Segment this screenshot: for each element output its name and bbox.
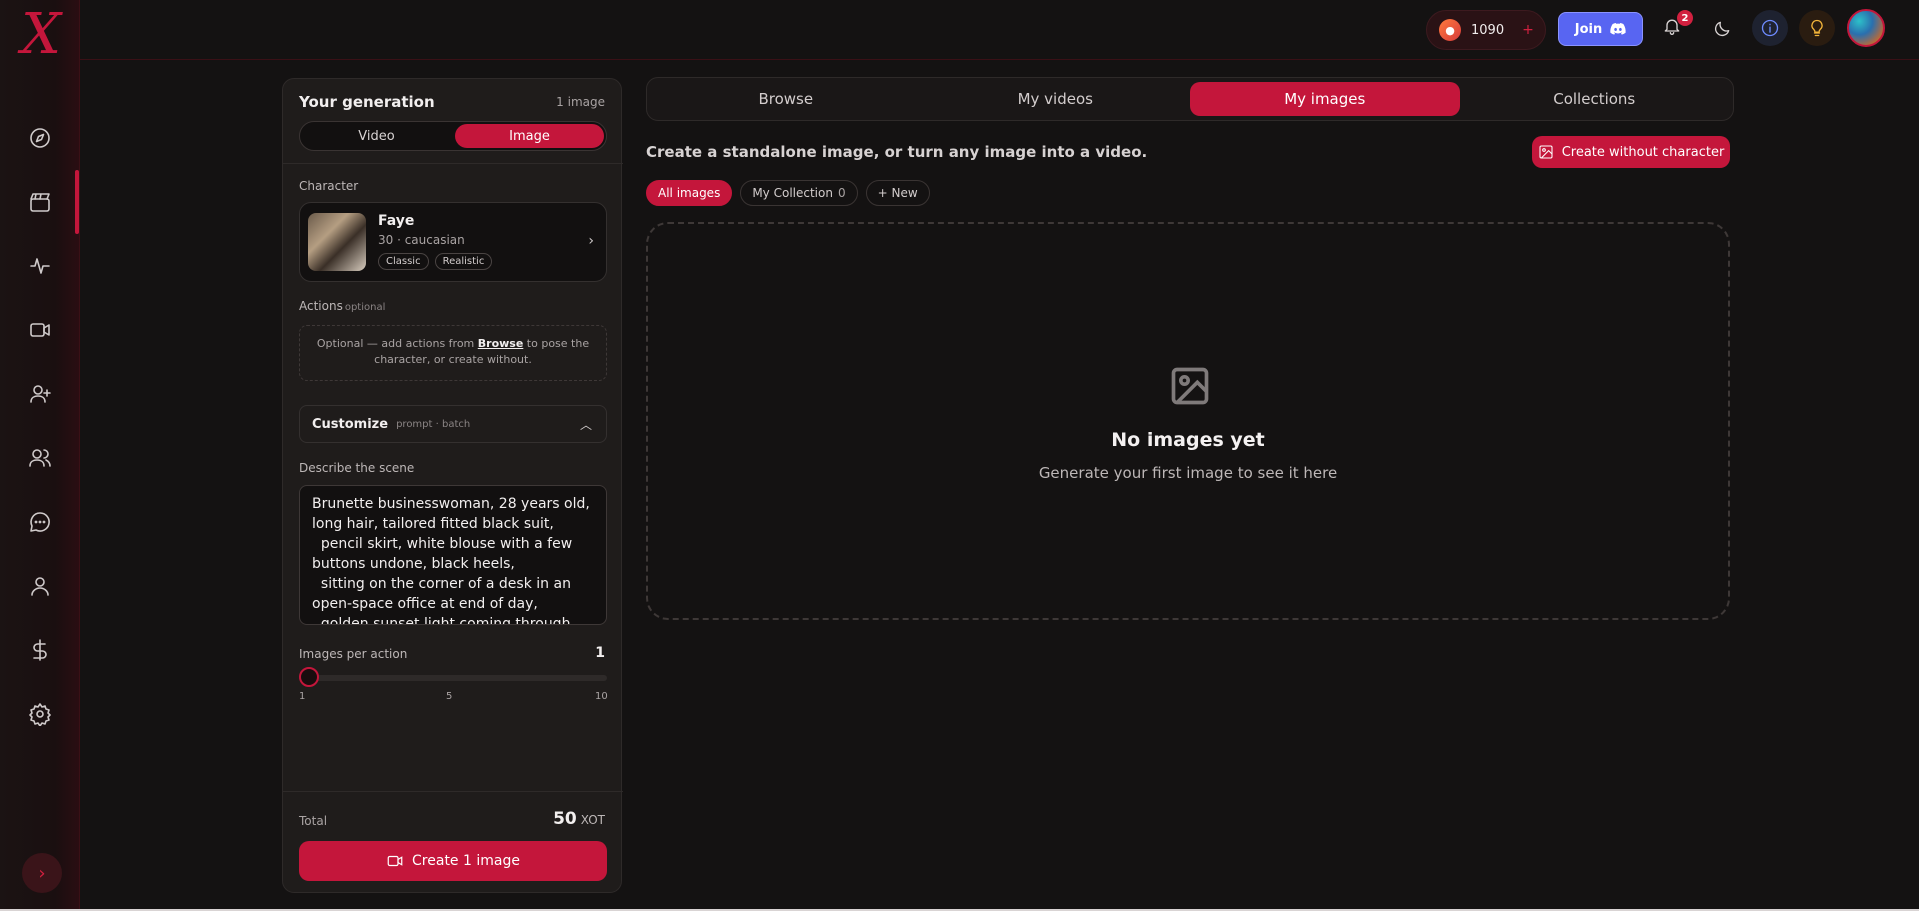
browse-link[interactable]: Browse	[478, 337, 524, 350]
empty-state: No images yet Generate your first image …	[646, 222, 1730, 620]
nav-activity-icon[interactable]	[24, 250, 56, 282]
scene-description-input[interactable]: Brunette businesswoman, 28 years old, lo…	[299, 485, 607, 625]
tab-browse[interactable]: Browse	[651, 82, 921, 116]
empty-state-title: No images yet	[1111, 429, 1265, 451]
divider	[283, 163, 623, 164]
join-label: Join	[1574, 21, 1603, 37]
nav-chat-icon[interactable]	[24, 506, 56, 538]
my-collection-count: 0	[837, 186, 846, 200]
video-icon	[387, 855, 403, 867]
mode-toggle: Video Image	[299, 121, 607, 151]
character-name: Faye	[378, 213, 415, 229]
generation-panel: Your generation 1 image Video Image Char…	[282, 78, 623, 893]
actions-dropzone: Optional — add actions from Browse to po…	[299, 325, 607, 381]
notification-count-badge: 2	[1677, 10, 1693, 26]
actions-label-text: Actions	[299, 299, 343, 313]
character-tag: Realistic	[434, 253, 493, 270]
coin-icon: ●	[1439, 19, 1461, 41]
tab-my-videos[interactable]: My videos	[921, 82, 1191, 116]
nav-settings-icon[interactable]	[24, 698, 56, 730]
customize-subtitle: prompt · batch	[396, 418, 471, 430]
add-credits-icon[interactable]: +	[1522, 22, 1534, 38]
chevron-right-icon: ›	[38, 862, 46, 884]
images-per-action-label: Images per action	[299, 647, 408, 661]
nav-video-icon[interactable]	[24, 314, 56, 346]
character-tag: Classic	[378, 253, 429, 270]
create-without-character-button[interactable]: Create without character	[1532, 136, 1730, 168]
character-thumbnail	[308, 213, 366, 271]
actions-label: Actions optional	[299, 299, 385, 313]
nav-profile-icon[interactable]	[24, 570, 56, 602]
image-plus-icon	[1539, 145, 1553, 159]
character-tags: Classic Realistic	[378, 253, 493, 270]
total-value: 50 XOT	[553, 809, 605, 829]
new-collection-button[interactable]: + New	[865, 180, 930, 206]
user-avatar[interactable]	[1847, 9, 1885, 47]
total-unit: XOT	[580, 813, 605, 827]
discord-icon	[1610, 23, 1626, 35]
image-filters: All images My Collection 0 + New	[646, 180, 930, 206]
actions-hint-text: Optional — add actions from	[316, 337, 478, 350]
slider-handle[interactable]	[299, 667, 319, 687]
main-tabs: Browse My videos My images Collections	[646, 77, 1734, 121]
app-logo[interactable]: X	[4, 7, 78, 63]
character-label: Character	[299, 179, 359, 193]
customize-title: Customize	[312, 416, 389, 432]
theme-moon-icon[interactable]	[1712, 19, 1732, 43]
images-per-action-value: 1	[595, 645, 605, 661]
nav-clapperboard-icon[interactable]	[24, 186, 56, 218]
nav-users-icon[interactable]	[24, 442, 56, 474]
character-card[interactable]: Faye 30 · caucasian Classic Realistic ›	[299, 202, 607, 282]
my-collection-label: My Collection	[752, 186, 833, 200]
nav-active-indicator	[75, 170, 79, 234]
actions-optional-text: optional	[344, 302, 386, 313]
mode-video-option[interactable]: Video	[302, 124, 451, 148]
slider-mid-tick: 5	[446, 691, 453, 702]
page-subtitle: Create a standalone image, or turn any i…	[646, 143, 1148, 161]
generation-title: Your generation	[299, 93, 435, 111]
mode-image-option[interactable]: Image	[455, 124, 604, 148]
total-amount: 50	[553, 809, 577, 829]
nav-dollar-icon[interactable]	[24, 634, 56, 666]
join-discord-button[interactable]: Join	[1558, 12, 1643, 46]
credits-balance[interactable]: ● 1090 +	[1426, 10, 1546, 50]
filter-all-images[interactable]: All images	[646, 180, 733, 206]
empty-state-subtitle: Generate your first image to see it here	[1038, 464, 1338, 482]
info-button[interactable]	[1752, 10, 1788, 46]
sidebar: X ›	[0, 0, 80, 911]
scene-label: Describe the scene	[299, 461, 415, 475]
slider-max-tick: 10	[595, 691, 608, 702]
tab-my-images[interactable]: My images	[1190, 82, 1460, 116]
chevron-up-icon: ︿	[579, 418, 592, 432]
nav-explore-icon[interactable]	[24, 122, 56, 154]
slider-min-tick: 1	[299, 691, 306, 702]
top-bar	[80, 0, 1919, 60]
create-without-label: Create without character	[1561, 144, 1725, 160]
total-label: Total	[299, 814, 328, 828]
filter-my-collection[interactable]: My Collection 0	[740, 180, 858, 206]
tips-button[interactable]	[1799, 10, 1835, 46]
tab-collections[interactable]: Collections	[1460, 82, 1730, 116]
create-image-button[interactable]: Create 1 image	[299, 841, 607, 881]
customize-section-toggle[interactable]: Customize prompt · batch ︿	[299, 405, 607, 443]
images-per-action-slider[interactable]	[299, 675, 607, 681]
image-placeholder-icon	[1168, 364, 1212, 408]
character-meta: 30 · caucasian	[378, 233, 465, 247]
lightbulb-icon	[1811, 19, 1823, 37]
generation-count: 1 image	[556, 95, 605, 109]
create-label: Create 1 image	[412, 853, 520, 869]
credits-value: 1090	[1471, 22, 1505, 38]
info-icon	[1761, 19, 1779, 37]
divider	[283, 791, 623, 792]
expand-sidebar-button[interactable]: ›	[22, 853, 62, 893]
nav-user-plus-icon[interactable]	[24, 378, 56, 410]
chevron-right-icon: ›	[588, 233, 594, 249]
